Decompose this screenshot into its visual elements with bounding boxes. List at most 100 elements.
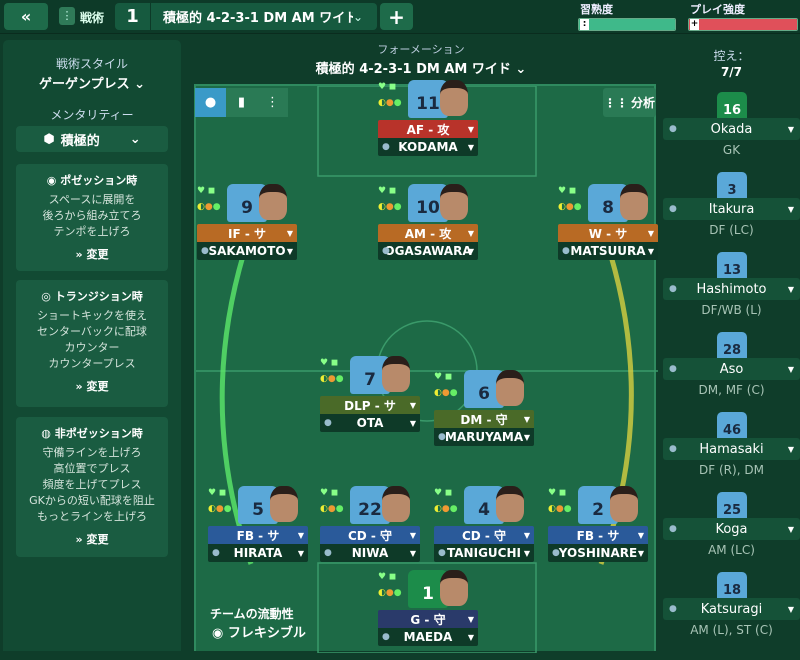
player-card[interactable]: ♥ ◼ ◐●● 10 AM - 攻 ▼ ● OGASAWARA ▼ — [378, 184, 478, 274]
player-card[interactable]: ♥ ◼ ◐●● 7 DLP - サ ▼ ● OTA ▼ — [320, 356, 420, 446]
status-dots: ◐●● — [208, 504, 232, 514]
player-photo — [270, 486, 298, 522]
intensity-meter[interactable]: + — [688, 18, 798, 31]
player-name-selector[interactable]: ● OGASAWARA ▼ — [378, 242, 478, 260]
tactics-icon: ⋮ — [59, 7, 75, 25]
player-name-selector[interactable]: ● YOSHINARE ▼ — [548, 544, 648, 562]
formation-dropdown[interactable]: 積極的 4-2-3-1 DM AM ワイド ⌄ — [184, 58, 658, 77]
player-card[interactable]: ♥ ◼ ◐●● 22 CD - 守 ▼ ● NIWA ▼ — [320, 486, 420, 576]
out-possession-panel: ◍ 非ポゼッション時 守備ラインを上げろ 高位置でプレス 頻度を上げてプレス G… — [16, 417, 168, 557]
sub-player-card[interactable]: 18 ● Katsuragi ▼ AM (L), ST (C) — [663, 572, 800, 650]
sub-player-card[interactable]: 25 ● Koga ▼ AM (LC) — [663, 492, 800, 570]
role-label: CD - 守 — [461, 528, 507, 543]
chevron-down-icon: ▼ — [467, 614, 474, 624]
player-name-selector[interactable]: ● KODAMA ▼ — [378, 138, 478, 156]
player-name-selector[interactable]: ● SAKAMOTO ▼ — [197, 242, 297, 260]
player-name: YOSHINARE — [558, 546, 638, 560]
instruction-line: もっとラインを上げろ — [37, 510, 147, 523]
condition-icons: ♥ ◼ — [434, 488, 453, 498]
role-label: G - 守 — [410, 612, 446, 627]
person-icon: ● — [201, 246, 209, 256]
player-card[interactable]: ♥ ◼ ◐●● 11 AF - 攻 ▼ ● KODAMA ▼ — [378, 80, 478, 170]
person-icon: ● — [562, 246, 570, 256]
sub-player-card[interactable]: 46 ● Hamasaki ▼ DF (R), DM — [663, 412, 800, 490]
person-icon: ● — [669, 364, 677, 374]
chevron-down-icon: ⌄ — [129, 131, 141, 147]
transition-change-button[interactable]: » 変更 — [16, 378, 168, 394]
player-name-selector[interactable]: ● OTA ▼ — [320, 414, 420, 432]
player-name-selector[interactable]: ● MATSUURA ▼ — [558, 242, 658, 260]
back-button[interactable]: « — [4, 3, 48, 30]
role-selector[interactable]: CD - 守 ▼ — [434, 526, 534, 544]
instruction-line: カウンタープレス — [48, 357, 136, 370]
player-name: HIRATA — [233, 546, 283, 560]
role-selector[interactable]: FB - サ ▼ — [208, 526, 308, 544]
chevron-down-icon: ▼ — [787, 124, 794, 134]
player-name-selector[interactable]: ● HIRATA ▼ — [208, 544, 308, 562]
tactic-slot-dropdown[interactable]: 1 積極的 4-2-3-1 DM AM ワイド… ⌄ — [115, 3, 377, 30]
mentality-dropdown[interactable]: ⬢ 積極的 ⌄ — [16, 126, 168, 152]
player-name-selector[interactable]: ● MAEDA ▼ — [378, 628, 478, 646]
role-selector[interactable]: G - 守 ▼ — [378, 610, 478, 628]
player-photo — [259, 184, 287, 220]
chevron-down-icon: ▼ — [637, 548, 644, 558]
familiarity-meter[interactable]: : — [578, 18, 676, 31]
player-card[interactable]: ♥ ◼ ◐●● 6 DM - 守 ▼ ● MARUYAMA ▼ — [434, 370, 534, 460]
player-card[interactable]: ♥ ◼ ◐●● 9 IF - サ ▼ ● SAKAMOTO ▼ — [197, 184, 297, 274]
style-dropdown[interactable]: ゲーゲンプレス ⌄ — [3, 73, 181, 92]
in-possession-title: ポゼッション時 — [60, 174, 138, 187]
add-tactic-button[interactable]: + — [380, 3, 413, 30]
player-name-selector[interactable]: ● TANIGUCHI ▼ — [434, 544, 534, 562]
transition-title: トランジション時 — [54, 290, 143, 303]
sub-name-selector[interactable]: ● Hamasaki ▼ — [663, 438, 800, 460]
sub-player-card[interactable]: 3 ● Itakura ▼ DF (LC) — [663, 172, 800, 250]
sub-player-card[interactable]: 16 ● Okada ▼ GK — [663, 92, 800, 170]
player-card[interactable]: ♥ ◼ ◐●● 1 G - 守 ▼ ● MAEDA ▼ — [378, 570, 478, 660]
player-card[interactable]: ♥ ◼ ◐●● 2 FB - サ ▼ ● YOSHINARE ▼ — [548, 486, 648, 576]
player-card[interactable]: ♥ ◼ ◐●● 5 FB - サ ▼ ● HIRATA ▼ — [208, 486, 308, 576]
player-name: MARUYAMA — [444, 430, 524, 444]
sub-name: Hashimoto — [696, 281, 767, 297]
role-selector[interactable]: FB - サ ▼ — [548, 526, 648, 544]
player-card[interactable]: ♥ ◼ ◐●● 4 CD - 守 ▼ ● TANIGUCHI ▼ — [434, 486, 534, 576]
out-possession-icon: ◍ — [41, 427, 51, 440]
in-possession-change-button[interactable]: » 変更 — [16, 246, 168, 262]
sub-position: DF/WB (L) — [701, 303, 762, 317]
change-label: 変更 — [86, 380, 109, 393]
sub-name-selector[interactable]: ● Katsuragi ▼ — [663, 598, 800, 620]
person-icon: ● — [669, 604, 677, 614]
role-selector[interactable]: DM - 守 ▼ — [434, 410, 534, 428]
ball-icon: ◉ — [46, 174, 57, 187]
role-selector[interactable]: DLP - サ ▼ — [320, 396, 420, 414]
player-view-tool[interactable]: ● — [195, 88, 226, 117]
sub-name-selector[interactable]: ● Hashimoto ▼ — [663, 278, 800, 300]
instructions-view-tool[interactable]: ⋮ — [257, 88, 288, 117]
sub-name-selector[interactable]: ● Okada ▼ — [663, 118, 800, 140]
player-photo — [382, 486, 410, 522]
stats-view-tool[interactable]: ▮ — [226, 88, 257, 117]
status-dots: ◐●● — [548, 504, 572, 514]
sub-name-selector[interactable]: ● Aso ▼ — [663, 358, 800, 380]
role-selector[interactable]: AM - 攻 ▼ — [378, 224, 478, 242]
shirt-number: 16 — [717, 92, 747, 120]
role-selector[interactable]: W - サ ▼ — [558, 224, 658, 242]
instruction-line: 守備ラインを上げろ — [42, 446, 142, 459]
player-card[interactable]: ♥ ◼ ◐●● 8 W - サ ▼ ● MATSUURA ▼ — [558, 184, 658, 274]
chevron-down-icon: ▼ — [409, 418, 416, 428]
sub-name-selector[interactable]: ● Itakura ▼ — [663, 198, 800, 220]
status-dots: ◐●● — [558, 202, 582, 212]
out-possession-change-button[interactable]: » 変更 — [16, 531, 168, 547]
sub-position: DM, MF (C) — [698, 383, 765, 397]
player-name-selector[interactable]: ● NIWA ▼ — [320, 544, 420, 562]
sub-name-selector[interactable]: ● Koga ▼ — [663, 518, 800, 540]
role-selector[interactable]: AF - 攻 ▼ — [378, 120, 478, 138]
sub-player-card[interactable]: 28 ● Aso ▼ DM, MF (C) — [663, 332, 800, 410]
player-name-selector[interactable]: ● MARUYAMA ▼ — [434, 428, 534, 446]
fluidity-value-row[interactable]: ◉ フレキシブル — [212, 622, 306, 641]
formation-name: 積極的 4-2-3-1 DM AM ワイド — [315, 62, 511, 77]
role-selector[interactable]: IF - サ ▼ — [197, 224, 297, 242]
analysis-button[interactable]: ⋮⋮ 分析 — [603, 88, 656, 117]
sub-player-card[interactable]: 13 ● Hashimoto ▼ DF/WB (L) — [663, 252, 800, 330]
role-selector[interactable]: CD - 守 ▼ — [320, 526, 420, 544]
shirt-number: 46 — [717, 412, 747, 440]
